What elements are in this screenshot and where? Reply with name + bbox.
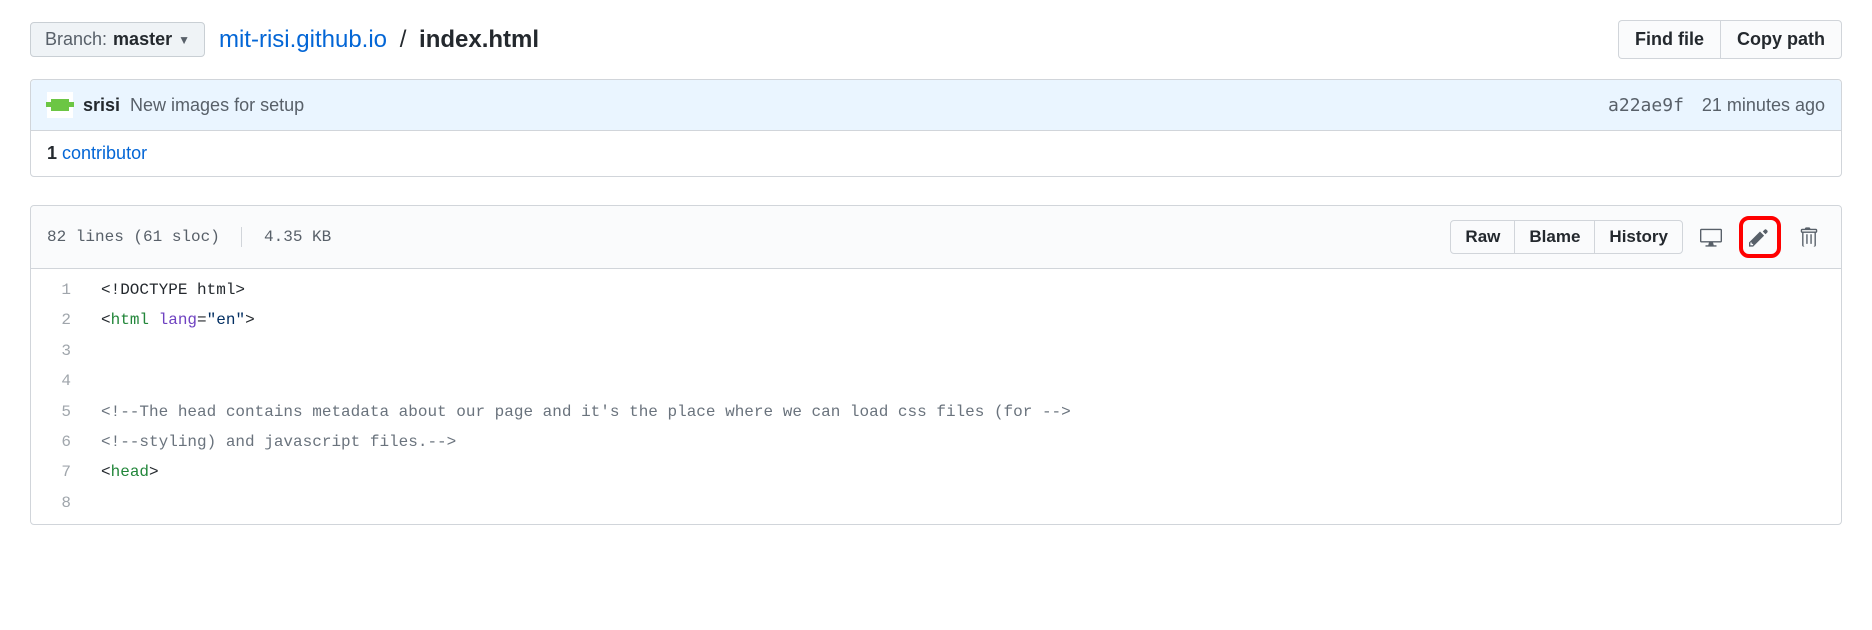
history-button[interactable]: History xyxy=(1594,220,1683,254)
caret-down-icon: ▼ xyxy=(178,33,190,47)
code-line: 2 <html lang="en"> xyxy=(31,305,1841,335)
line-content xyxy=(91,366,101,396)
file-header-row: Branch: master ▼ mit-risi.github.io / in… xyxy=(30,20,1842,59)
commit-box: srisi New images for setup a22ae9f 21 mi… xyxy=(30,79,1842,177)
breadcrumb: mit-risi.github.io / index.html xyxy=(219,26,539,54)
file-action-group: Find file Copy path xyxy=(1618,20,1842,59)
commit-meta: a22ae9f 21 minutes ago xyxy=(1608,95,1825,116)
line-content: <html lang="en"> xyxy=(91,305,255,335)
blame-button[interactable]: Blame xyxy=(1515,220,1594,254)
code-line: 1 <!DOCTYPE html> xyxy=(31,275,1841,305)
code-line: 5 <!--The head contains metadata about o… xyxy=(31,397,1841,427)
contributors-label: contributor xyxy=(62,143,147,163)
edit-pencil-icon[interactable] xyxy=(1739,216,1781,258)
code-line: 3 xyxy=(31,336,1841,366)
raw-button[interactable]: Raw xyxy=(1450,220,1515,254)
branch-select-button[interactable]: Branch: master ▼ xyxy=(30,22,205,57)
commit-message-link[interactable]: New images for setup xyxy=(130,95,304,116)
file-lines: 82 lines (61 sloc) xyxy=(47,228,220,246)
code-line: 6 <!--styling) and javascript files.--> xyxy=(31,427,1841,457)
breadcrumb-separator: / xyxy=(400,26,407,53)
line-number[interactable]: 8 xyxy=(31,488,91,518)
trash-icon[interactable] xyxy=(1793,221,1825,253)
code-line: 7 <head> xyxy=(31,457,1841,487)
avatar[interactable] xyxy=(47,92,73,118)
line-number[interactable]: 1 xyxy=(31,275,91,305)
file-toolbar: 82 lines (61 sloc) 4.35 KB Raw Blame His… xyxy=(31,206,1841,269)
commit-author-link[interactable]: srisi xyxy=(83,95,120,116)
code-line: 8 xyxy=(31,488,1841,518)
commit-sha-link[interactable]: a22ae9f xyxy=(1608,95,1684,116)
breadcrumb-filename: index.html xyxy=(419,26,539,53)
line-number[interactable]: 6 xyxy=(31,427,91,457)
desktop-icon[interactable] xyxy=(1695,221,1727,253)
file-info: 82 lines (61 sloc) 4.35 KB xyxy=(47,227,331,247)
line-content: <!--styling) and javascript files.--> xyxy=(91,427,456,457)
file-actions: Raw Blame History xyxy=(1450,216,1825,258)
commit-author-section: srisi New images for setup xyxy=(47,92,304,118)
line-number[interactable]: 7 xyxy=(31,457,91,487)
file-size: 4.35 KB xyxy=(264,228,331,246)
info-divider xyxy=(241,227,242,247)
find-file-button[interactable]: Find file xyxy=(1618,20,1720,59)
commit-header: srisi New images for setup a22ae9f 21 mi… xyxy=(31,80,1841,131)
branch-label: Branch: xyxy=(45,29,107,50)
contributors-row[interactable]: 1 contributor xyxy=(31,131,1841,176)
contributors-count: 1 xyxy=(47,143,57,163)
line-number[interactable]: 5 xyxy=(31,397,91,427)
line-content: <head> xyxy=(91,457,159,487)
line-content xyxy=(91,336,101,366)
breadcrumb-repo-link[interactable]: mit-risi.github.io xyxy=(219,26,387,53)
header-left: Branch: master ▼ mit-risi.github.io / in… xyxy=(30,22,539,57)
line-content xyxy=(91,488,101,518)
line-number[interactable]: 3 xyxy=(31,336,91,366)
view-mode-group: Raw Blame History xyxy=(1450,220,1683,254)
branch-name: master xyxy=(113,29,172,50)
file-view-box: 82 lines (61 sloc) 4.35 KB Raw Blame His… xyxy=(30,205,1842,525)
line-number[interactable]: 4 xyxy=(31,366,91,396)
code-viewer: 1 <!DOCTYPE html> 2 <html lang="en"> 3 4… xyxy=(31,269,1841,524)
code-line: 4 xyxy=(31,366,1841,396)
line-content: <!DOCTYPE html> xyxy=(91,275,245,305)
commit-time: 21 minutes ago xyxy=(1702,95,1825,116)
line-number[interactable]: 2 xyxy=(31,305,91,335)
line-content: <!--The head contains metadata about our… xyxy=(91,397,1071,427)
copy-path-button[interactable]: Copy path xyxy=(1720,20,1842,59)
